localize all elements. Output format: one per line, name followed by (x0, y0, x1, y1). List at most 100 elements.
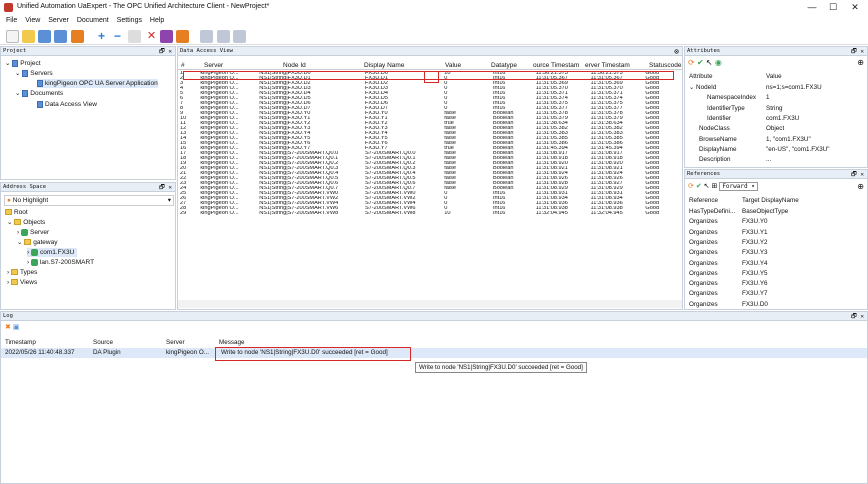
ref-type[interactable]: Organizes (689, 270, 718, 277)
collapse-icon[interactable]: › (7, 279, 9, 286)
panel-float-icon[interactable]: 🗗 ✕ (159, 47, 172, 56)
ref-type[interactable]: HasTypeDefini... (689, 208, 735, 215)
expand-icon[interactable]: ⌄ (15, 90, 20, 97)
add-icon[interactable]: ⊕ (857, 58, 864, 67)
connect-icon[interactable] (128, 30, 141, 43)
col-header-displayname[interactable]: Display Name (364, 61, 404, 70)
collapse-icon[interactable]: › (7, 269, 9, 276)
save-as-icon[interactable] (54, 30, 67, 43)
expand-icon[interactable]: ⌄ (5, 60, 10, 67)
attr-value[interactable]: 1 (766, 94, 770, 101)
maximize-button[interactable]: ☐ (824, 2, 842, 13)
tree-item-com1-fx3u[interactable]: › com1.FX3U (27, 248, 78, 257)
tree-item-types[interactable]: › Types (7, 268, 37, 277)
col-header-statuscode[interactable]: Statuscode (649, 61, 682, 70)
ref-type[interactable]: Organizes (689, 290, 718, 297)
tree-icon[interactable]: ⊞ (711, 183, 717, 190)
col-header-datatype[interactable]: Datatype (491, 61, 517, 70)
refresh-icon[interactable]: ⟳ (688, 58, 695, 67)
attr-value[interactable]: ... (766, 156, 771, 163)
col-header-nodeid[interactable]: Node Id (283, 61, 306, 70)
attr-value[interactable]: com1.FX3U (766, 115, 799, 122)
disconnect-icon[interactable]: ✕ (145, 30, 158, 43)
panel-float-icon[interactable]: 🗗 ✕ (159, 183, 172, 192)
add-document-icon[interactable] (160, 30, 173, 43)
ref-target[interactable]: BaseObjectType (742, 208, 788, 215)
window-icon[interactable] (233, 30, 246, 43)
clear-log-icon[interactable]: ✖ (5, 324, 11, 331)
menu-view[interactable]: View (25, 17, 40, 24)
panel-float-icon[interactable]: 🗗 ✕ (851, 47, 864, 56)
ref-type[interactable]: Organizes (689, 249, 718, 256)
tree-item-documents[interactable]: ⌄ Documents (15, 89, 63, 98)
tree-item-server-app[interactable]: kingPigeon OPC UA Server Application (37, 79, 158, 88)
collapse-icon[interactable]: › (27, 249, 29, 256)
new-project-icon[interactable] (6, 30, 19, 43)
ref-target[interactable]: FX3U.Y4 (742, 260, 768, 267)
menu-server[interactable]: Server (48, 17, 69, 24)
ref-target[interactable]: FX3U.Y2 (742, 239, 768, 246)
attr-value[interactable]: Object (766, 125, 784, 132)
tree-item-server[interactable]: › Server (17, 228, 49, 237)
collapse-icon[interactable]: › (17, 229, 19, 236)
ref-type[interactable]: Organizes (689, 301, 718, 308)
tree-item-root[interactable]: Root (5, 208, 28, 217)
cut-icon[interactable] (217, 30, 230, 43)
ref-target[interactable]: FX3U.Y6 (742, 280, 768, 287)
dav-horizontal-scrollbar[interactable] (178, 300, 682, 308)
expand-icon[interactable]: ⌄ (17, 239, 22, 246)
log-row[interactable]: 2022/05/26 11:40:48.337 DA Plugin kingPi… (1, 348, 867, 358)
col-header-source-ts[interactable]: ource Timestam (533, 61, 579, 70)
col-header-server-ts[interactable]: erver Timestam (585, 61, 630, 70)
panel-float-icon[interactable]: 🗗 ✕ (851, 170, 864, 179)
expand-icon[interactable]: ⌄ (15, 70, 20, 77)
ref-type[interactable]: Organizes (689, 280, 718, 287)
table-row[interactable]: 29 kingPigeon O... NS1|String|S7-200SMART.… (178, 211, 678, 216)
ref-target[interactable]: FX3U.D0 (742, 301, 768, 308)
tree-item-project[interactable]: ⌄ Project (5, 59, 41, 68)
tree-item-gateway[interactable]: ⌄ gateway (17, 238, 57, 247)
menu-file[interactable]: File (6, 17, 17, 24)
expand-icon[interactable]: ⌄ (7, 219, 12, 226)
minimize-button[interactable]: — (803, 2, 821, 13)
attach-icon[interactable] (200, 30, 213, 43)
ref-target[interactable]: FX3U.Y3 (742, 249, 768, 256)
ref-target[interactable]: FX3U.Y5 (742, 270, 768, 277)
tree-item-objects[interactable]: ⌄ Objects (7, 218, 45, 227)
ref-type[interactable]: Organizes (689, 239, 718, 246)
menu-document[interactable]: Document (77, 17, 109, 24)
save-log-icon[interactable]: ▣ (13, 324, 20, 331)
check-icon[interactable]: ✔ (696, 183, 702, 190)
close-icon[interactable]: ⊗ (674, 47, 679, 56)
pointer-icon[interactable]: ↖ (704, 183, 710, 190)
open-project-icon[interactable] (22, 30, 35, 43)
attr-value[interactable]: String (766, 105, 782, 112)
panel-float-icon[interactable]: 🗗 ✕ (851, 312, 864, 321)
col-header-value[interactable]: Value (445, 61, 461, 70)
ref-target[interactable]: FX3U.Y0 (742, 218, 768, 225)
ref-target[interactable]: FX3U.Y1 (742, 229, 768, 236)
ref-type[interactable]: Organizes (689, 229, 718, 236)
tree-item-servers[interactable]: ⌄ Servers (15, 69, 53, 78)
close-button[interactable]: ✕ (846, 2, 864, 13)
add-icon[interactable]: ⊕ (857, 182, 864, 191)
remove-server-icon[interactable]: − (111, 30, 124, 43)
record-icon[interactable]: ◉ (715, 58, 722, 67)
highlight-dropdown[interactable]: ● No Highlight ▾ (4, 195, 174, 206)
direction-dropdown[interactable]: Forward ▾ (719, 182, 758, 191)
attr-value[interactable]: "en-US", "com1.FX3U" (766, 146, 830, 153)
attr-value[interactable]: 1, "com1.FX3U" (766, 136, 811, 143)
ref-target[interactable]: FX3U.Y7 (742, 290, 768, 297)
ref-type[interactable]: Organizes (689, 218, 718, 225)
add-server-icon[interactable]: + (95, 30, 108, 43)
check-icon[interactable]: ✔ (697, 58, 704, 67)
tree-item-views[interactable]: › Views (7, 278, 37, 287)
attr-value[interactable]: ns=1;s=com1.FX3U (766, 84, 822, 91)
user-icon[interactable] (176, 30, 189, 43)
pointer-icon[interactable]: ↖ (706, 58, 713, 67)
menu-help[interactable]: Help (150, 17, 164, 24)
menu-settings[interactable]: Settings (117, 17, 142, 24)
settings-icon[interactable] (71, 30, 84, 43)
refresh-icon[interactable]: ⟳ (688, 183, 694, 190)
col-header-index[interactable]: # (181, 61, 185, 70)
